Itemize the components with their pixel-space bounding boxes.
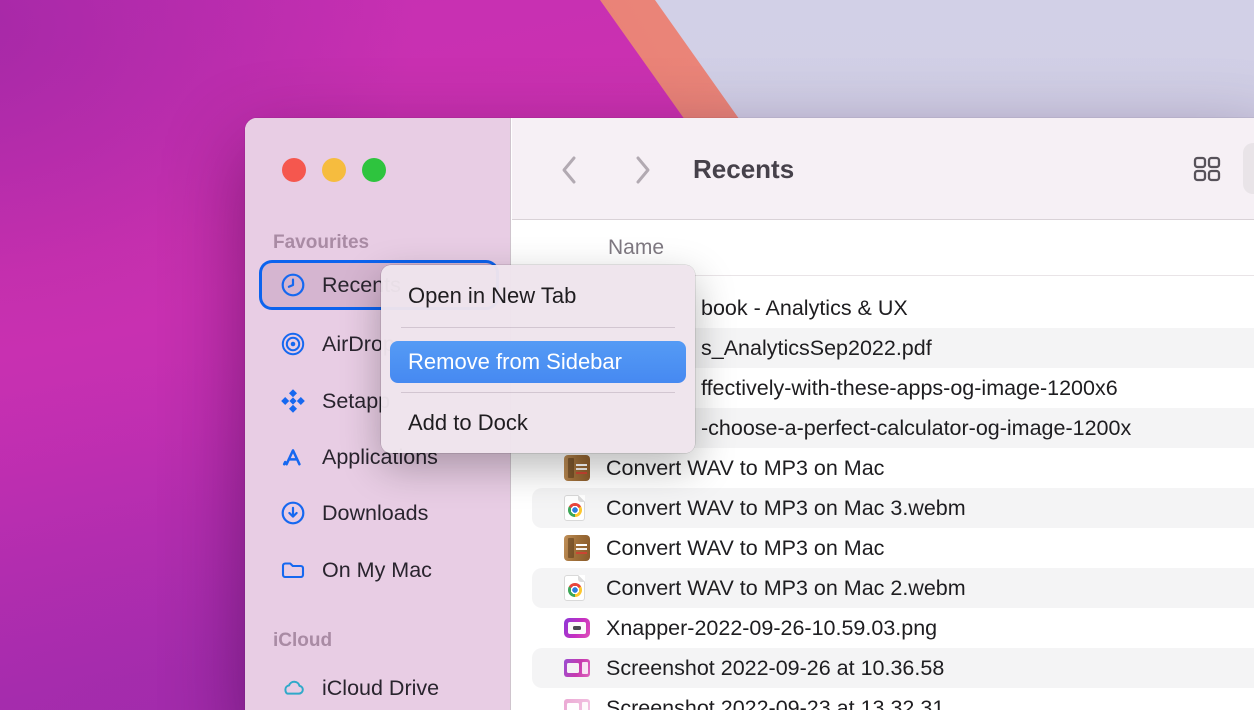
zoom-button[interactable] [362, 158, 386, 182]
page-title: Recents [693, 118, 794, 220]
sidebar-item-label: On My Mac [322, 558, 432, 583]
sidebar-item-label: Downloads [322, 501, 428, 526]
context-menu: Open in New Tab Remove from Sidebar Add … [381, 265, 695, 453]
sidebar-item-downloads[interactable]: Downloads [262, 491, 496, 535]
folder-icon [280, 557, 306, 583]
toolbar: Recents [512, 118, 1254, 220]
sidebar-section-favourites: Favourites [273, 230, 369, 256]
file-row[interactable]: Screenshot 2022-09-23 at 13.32.31 [512, 688, 1254, 710]
file-row[interactable]: Screenshot 2022-09-26 at 10.36.58 [512, 648, 1254, 688]
setapp-icon [280, 388, 306, 414]
chrome-document-icon [564, 495, 585, 521]
sidebar-section-icloud: iCloud [273, 628, 332, 654]
menu-item-add-to-dock[interactable]: Add to Dock [381, 402, 695, 444]
window-thumbnail-icon [564, 618, 590, 638]
menu-separator [401, 327, 675, 328]
toolbar-partial-control[interactable] [1243, 143, 1254, 194]
file-row[interactable]: Convert WAV to MP3 on Mac 3.webm [512, 488, 1254, 528]
screenshot-thumbnail-icon [564, 699, 590, 710]
file-row[interactable]: Convert WAV to MP3 on Mac [512, 528, 1254, 568]
sidebar-item-on-my-mac[interactable]: On My Mac [262, 548, 496, 592]
forward-button[interactable] [632, 155, 654, 185]
sidebar-item-icloud-drive[interactable]: iCloud Drive [262, 666, 496, 710]
icloud-icon [280, 675, 306, 701]
video-thumbnail-icon [564, 535, 590, 561]
downloads-icon [280, 500, 306, 526]
file-row[interactable]: Convert WAV to MP3 on Mac [512, 448, 1254, 488]
sidebar-item-label: Setapp [322, 389, 390, 414]
minimize-button[interactable] [322, 158, 346, 182]
sidebar-item-label: iCloud Drive [322, 676, 439, 701]
appstore-icon [280, 444, 306, 470]
airdrop-icon [280, 331, 306, 357]
clock-icon [280, 272, 306, 298]
chrome-document-icon [564, 575, 585, 601]
menu-separator [401, 392, 675, 393]
close-button[interactable] [282, 158, 306, 182]
video-thumbnail-icon [564, 455, 590, 481]
back-button[interactable] [558, 155, 580, 185]
menu-item-open-in-new-tab[interactable]: Open in New Tab [381, 275, 695, 317]
file-row[interactable]: Convert WAV to MP3 on Mac 2.webm [512, 568, 1254, 608]
file-row[interactable]: Xnapper-2022-09-26-10.59.03.png [512, 608, 1254, 648]
grid-view-icon[interactable] [1193, 154, 1221, 184]
menu-item-remove-from-sidebar[interactable]: Remove from Sidebar [390, 341, 686, 383]
screenshot-thumbnail-icon [564, 659, 590, 677]
